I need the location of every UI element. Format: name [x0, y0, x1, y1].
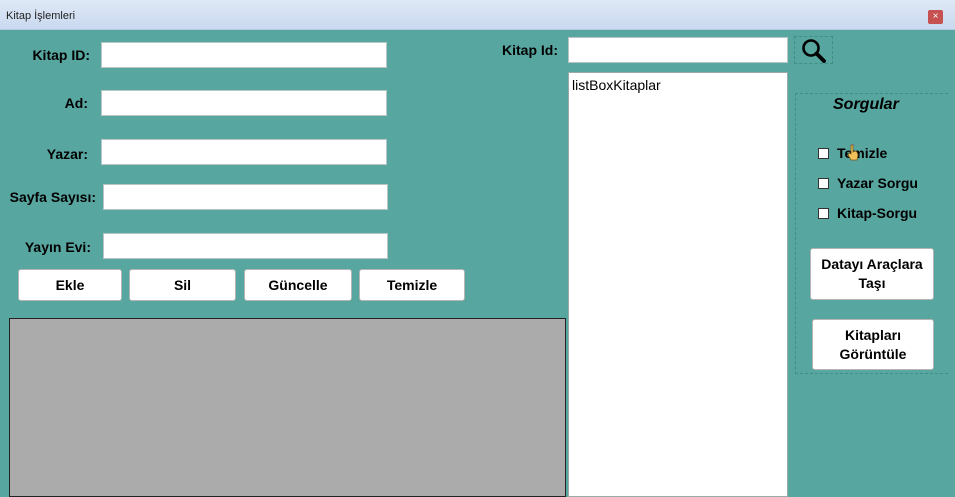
sorgular-title: Sorgular	[833, 96, 899, 113]
datayi-araclara-tasi-line1: Datayı Araçlara	[821, 256, 923, 273]
search-kitap-id-label: Kitap Id:	[502, 42, 558, 58]
temizle-button[interactable]: Temizle	[359, 269, 465, 301]
kitap-id-input[interactable]	[101, 42, 387, 68]
yazar-sorgu-checkbox[interactable]	[818, 178, 829, 189]
sayfa-sayisi-label: Sayfa Sayısı:	[9, 189, 96, 205]
yayin-evi-input[interactable]	[103, 233, 388, 259]
yazar-input[interactable]	[101, 139, 387, 165]
ad-label: Ad:	[64, 95, 88, 111]
data-grid[interactable]	[9, 318, 566, 497]
search-kitap-id-input[interactable]	[568, 37, 788, 63]
magnifier-icon	[802, 39, 826, 63]
kitap-sorgu-checkbox-label[interactable]: Kitap-Sorgu	[837, 205, 917, 221]
window-title: Kitap İşlemleri	[6, 10, 76, 22]
yazar-label: Yazar:	[46, 146, 88, 162]
datayi-araclara-tasi-button[interactable]: Datayı Araçlara Taşı	[810, 248, 934, 300]
yazar-sorgu-checkbox-label[interactable]: Yazar Sorgu	[837, 175, 918, 191]
kitaplari-goruntule-line2: Görüntüle	[839, 345, 907, 362]
sayfa-sayisi-input[interactable]	[103, 184, 388, 210]
temizle-checkbox[interactable]	[818, 148, 829, 159]
search-button[interactable]	[794, 36, 833, 64]
kitap-id-label: Kitap ID:	[32, 47, 90, 63]
list-item[interactable]: listBoxKitaplar	[572, 77, 661, 93]
sil-button[interactable]: Sil	[129, 269, 236, 301]
datayi-araclara-tasi-line2: Taşı	[858, 275, 886, 291]
ekle-button[interactable]: Ekle	[18, 269, 122, 301]
kitaplari-goruntule-button[interactable]: Kitapları Görüntüle	[812, 319, 934, 370]
yayin-evi-label: Yayın Evi:	[24, 239, 91, 255]
ad-input[interactable]	[101, 90, 387, 116]
temizle-checkbox-label[interactable]: Temizle	[837, 145, 887, 161]
kitap-sorgu-checkbox[interactable]	[818, 208, 829, 219]
title-bar: Kitap İşlemleri ×	[0, 0, 955, 30]
guncelle-button[interactable]: Güncelle	[244, 269, 352, 301]
close-button[interactable]: ×	[928, 10, 943, 24]
kitaplari-goruntule-line1: Kitapları	[844, 326, 901, 343]
hand-cursor-icon	[847, 144, 859, 161]
kitaplar-listbox[interactable]: listBoxKitaplar	[568, 72, 788, 497]
